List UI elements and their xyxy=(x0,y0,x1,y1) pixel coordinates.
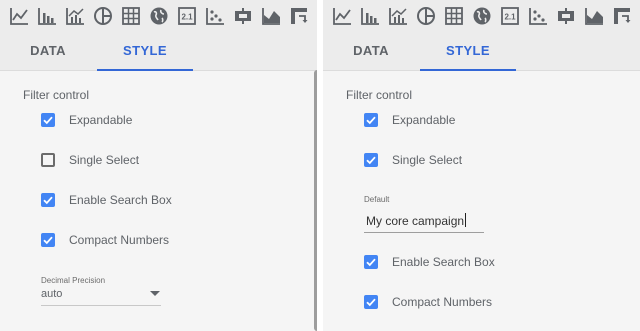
scatter-chart-icon[interactable] xyxy=(527,5,549,27)
bullet-chart-icon[interactable] xyxy=(232,5,254,27)
bar-chart-icon[interactable] xyxy=(36,5,58,27)
combo-chart-icon[interactable] xyxy=(387,5,409,27)
pie-chart-icon[interactable] xyxy=(415,5,437,27)
tab-data[interactable]: DATA xyxy=(323,32,419,70)
style-content: Filter control Expandable Single Select … xyxy=(0,71,317,331)
svg-text:2.1: 2.1 xyxy=(504,13,516,22)
dropdown-arrow-icon xyxy=(150,291,160,296)
text-cursor xyxy=(465,213,467,227)
section-title: Filter control xyxy=(23,88,90,102)
tab-style[interactable]: STYLE xyxy=(97,32,193,71)
chart-type-toolbar: 2.1 xyxy=(323,0,640,32)
check-icon xyxy=(366,258,376,267)
area-chart-icon[interactable] xyxy=(583,5,605,27)
checkbox-label: Compact Numbers xyxy=(392,295,493,309)
check-icon xyxy=(366,156,376,165)
check-icon xyxy=(366,116,376,125)
style-content: Filter control Expandable Single Select … xyxy=(323,71,640,331)
default-field-label: Default xyxy=(364,195,390,204)
decimal-precision-select[interactable]: auto xyxy=(41,283,161,306)
expandable-checkbox[interactable] xyxy=(41,113,55,127)
default-value-input[interactable]: My core campaign xyxy=(364,207,484,233)
bar-chart-icon[interactable] xyxy=(359,5,381,27)
geo-map-icon[interactable] xyxy=(471,5,493,27)
style-panel-right: 2.1 DATA STYLE Filter control Expandable… xyxy=(323,0,640,331)
select-value: auto xyxy=(41,288,63,300)
checkbox-label: Single Select xyxy=(69,153,140,167)
checkbox-label: Enable Search Box xyxy=(392,255,495,269)
chart-type-toolbar: 2.1 xyxy=(0,0,317,32)
pivot-table-icon[interactable] xyxy=(611,5,633,27)
svg-text:2.1: 2.1 xyxy=(181,13,193,22)
pie-chart-icon[interactable] xyxy=(92,5,114,27)
tab-style[interactable]: STYLE xyxy=(420,32,516,71)
area-chart-icon[interactable] xyxy=(260,5,282,27)
check-icon xyxy=(366,298,376,307)
pivot-table-icon[interactable] xyxy=(288,5,310,27)
compact-numbers-checkbox[interactable] xyxy=(41,233,55,247)
scorecard-icon[interactable]: 2.1 xyxy=(176,5,198,27)
checkbox-label: Single Select xyxy=(392,153,463,167)
combo-chart-icon[interactable] xyxy=(64,5,86,27)
scorecard-icon[interactable]: 2.1 xyxy=(499,5,521,27)
table-icon[interactable] xyxy=(443,5,465,27)
single-select-checkbox[interactable] xyxy=(41,153,55,167)
enable-search-box-checkbox[interactable] xyxy=(364,255,378,269)
tab-bar: DATA STYLE xyxy=(323,32,640,71)
checkbox-label: Enable Search Box xyxy=(69,193,172,207)
single-select-checkbox[interactable] xyxy=(364,153,378,167)
scatter-chart-icon[interactable] xyxy=(204,5,226,27)
bullet-chart-icon[interactable] xyxy=(555,5,577,27)
tab-data[interactable]: DATA xyxy=(0,32,96,70)
checkbox-label: Compact Numbers xyxy=(69,233,170,247)
style-panel-left: 2.1 DATA STYLE Filter control Expandable… xyxy=(0,0,317,331)
enable-search-box-checkbox[interactable] xyxy=(41,193,55,207)
check-icon xyxy=(43,236,53,245)
geo-map-icon[interactable] xyxy=(148,5,170,27)
check-icon xyxy=(43,116,53,125)
check-icon xyxy=(43,196,53,205)
line-chart-icon[interactable] xyxy=(331,5,353,27)
compact-numbers-checkbox[interactable] xyxy=(364,295,378,309)
tab-bar: DATA STYLE xyxy=(0,32,317,71)
table-icon[interactable] xyxy=(120,5,142,27)
section-title: Filter control xyxy=(346,88,413,102)
line-chart-icon[interactable] xyxy=(8,5,30,27)
checkbox-label: Expandable xyxy=(392,113,456,127)
input-value: My core campaign xyxy=(366,213,467,228)
checkbox-label: Expandable xyxy=(69,113,133,127)
expandable-checkbox[interactable] xyxy=(364,113,378,127)
